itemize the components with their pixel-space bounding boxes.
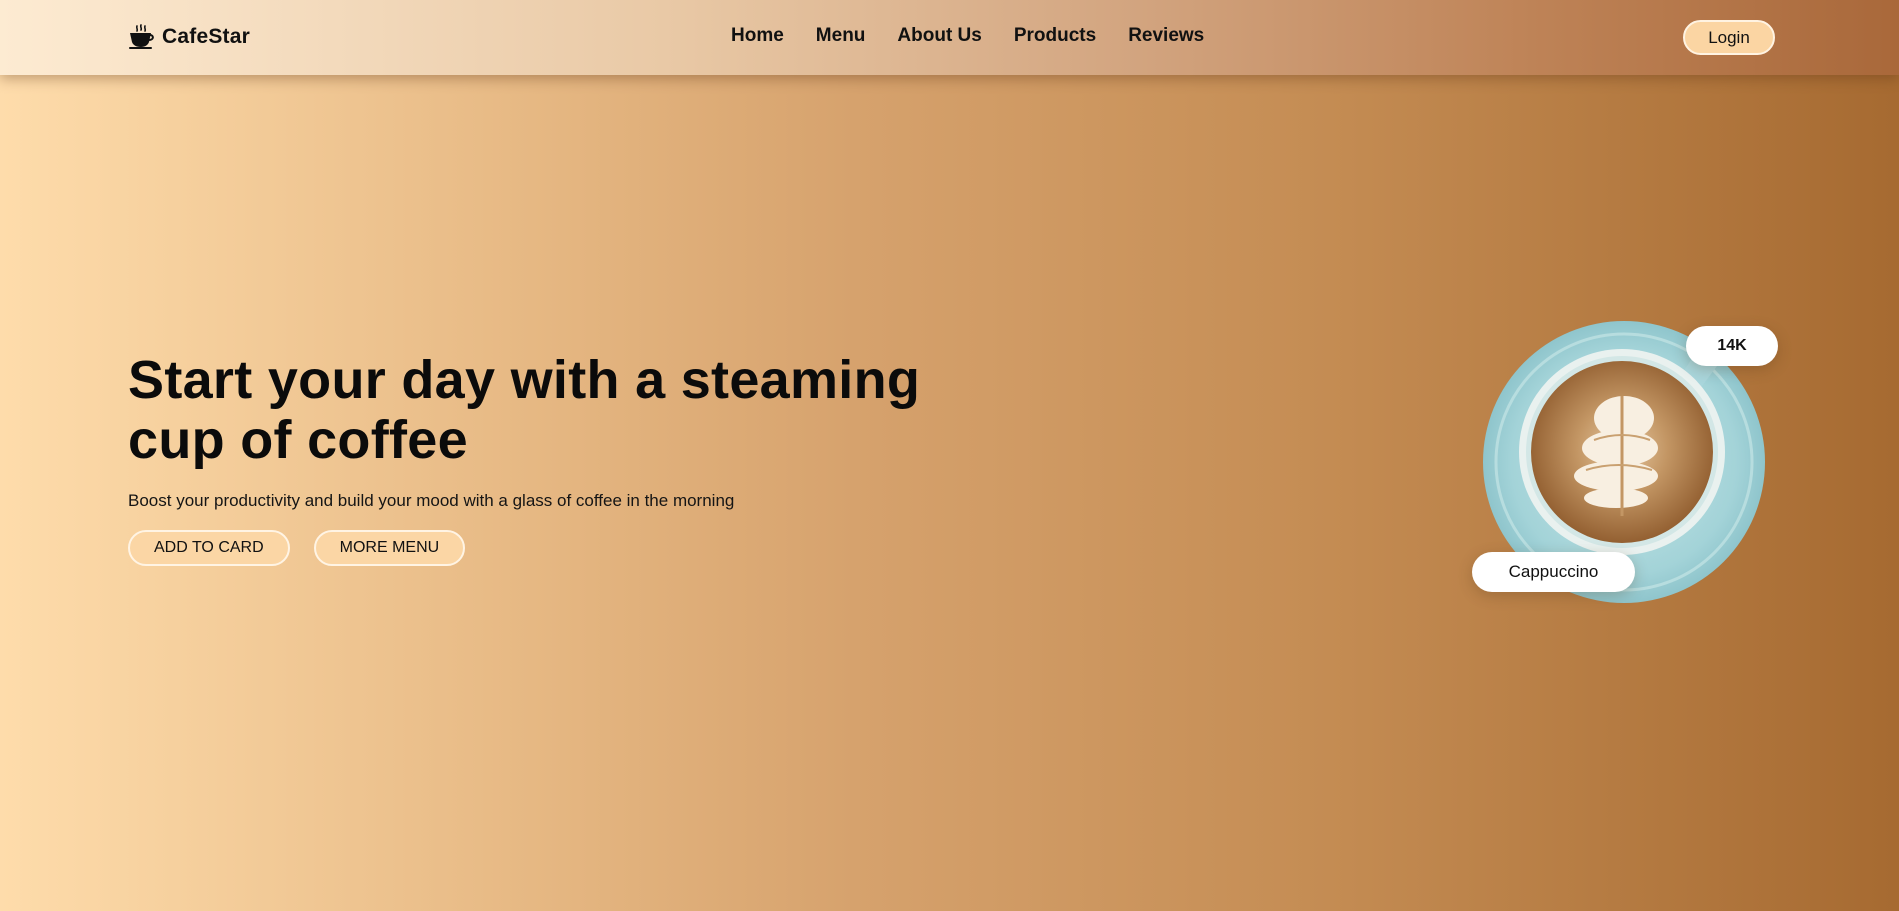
more-menu-button[interactable]: MORE MENU	[313, 530, 466, 566]
main-nav: Home Menu About Us Products Reviews	[731, 25, 1204, 47]
nav-products[interactable]: Products	[1014, 25, 1096, 47]
brand-name: CafeStar	[162, 25, 250, 48]
hero-subtitle: Boost your productivity and build your m…	[128, 491, 735, 510]
hero-actions: ADD TO CARD MORE MENU	[128, 530, 466, 566]
nav-reviews[interactable]: Reviews	[1128, 25, 1204, 47]
top-navbar: CafeStar Home Menu About Us Products Rev…	[0, 0, 1899, 75]
nav-about-us[interactable]: About Us	[897, 25, 981, 47]
popularity-count-badge: 14K	[1686, 326, 1778, 366]
coffee-cup-icon	[129, 24, 154, 49]
login-button[interactable]: Login	[1683, 20, 1775, 55]
nav-menu[interactable]: Menu	[816, 25, 866, 47]
add-to-card-button[interactable]: ADD TO CARD	[128, 530, 290, 566]
hero-title: Start your day with a steaming cup of co…	[128, 350, 921, 470]
product-name-badge: Cappuccino	[1472, 552, 1635, 592]
nav-home[interactable]: Home	[731, 25, 784, 47]
brand-logo[interactable]: CafeStar	[128, 24, 250, 50]
